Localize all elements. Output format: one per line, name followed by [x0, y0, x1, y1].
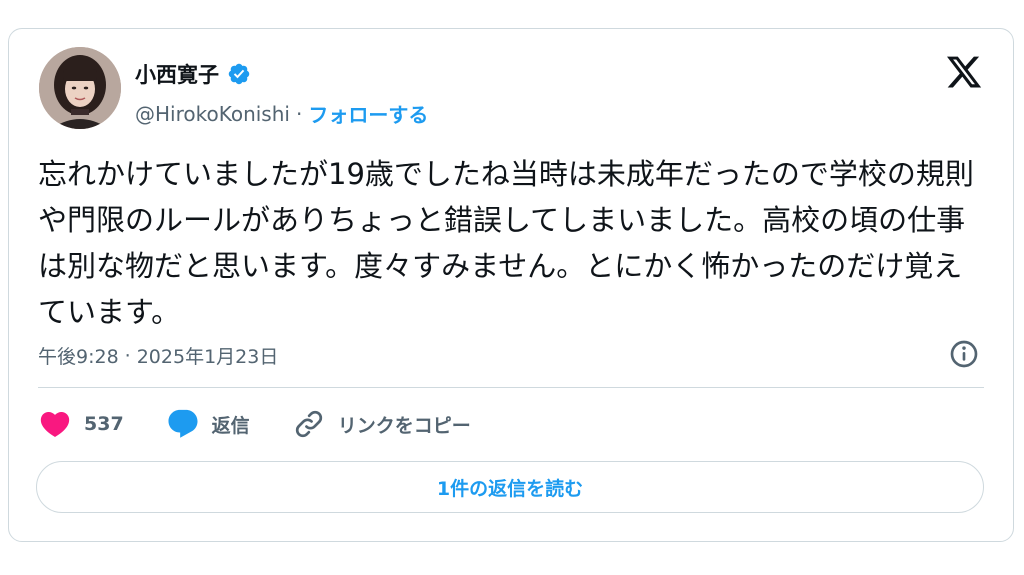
tweet-card: 小西寛子 @HirokoKonishi · フォローする 忘れかけていましたが1…	[8, 28, 1014, 542]
author-display-name[interactable]: 小西寛子	[135, 59, 219, 89]
like-button[interactable]: 537	[38, 407, 124, 441]
read-replies-button[interactable]: 1件の返信を読む	[36, 461, 984, 513]
avatar[interactable]	[39, 47, 121, 129]
author-handle[interactable]: @HirokoKonishi	[135, 102, 290, 126]
copy-link-button[interactable]: リンクをコピー	[292, 407, 471, 441]
tweet-timestamp-row: 午後9:28 · 2025年1月23日	[38, 342, 278, 369]
x-logo-icon[interactable]	[945, 53, 983, 91]
heart-icon	[40, 411, 70, 437]
timestamp-separator: ·	[124, 344, 131, 367]
tweet-date[interactable]: 2025年1月23日	[137, 342, 279, 369]
info-icon[interactable]	[948, 338, 980, 370]
reply-button[interactable]: 返信	[166, 407, 250, 441]
copy-link-label: リンクをコピー	[337, 414, 471, 437]
tweet-actions: 537 返信 リンクをコピー	[38, 407, 471, 441]
follow-button[interactable]: フォローする	[308, 99, 428, 128]
avatar-image	[39, 47, 121, 129]
reply-label: 返信	[211, 414, 250, 437]
handle-separator: ·	[295, 101, 303, 126]
speech-bubble-icon	[168, 409, 198, 438]
tweet-text: 忘れかけていましたが19歳でしたね当時は未成年だったので学校の規則や門限のルール…	[38, 157, 974, 329]
like-count: 537	[84, 413, 124, 435]
author-name-row: 小西寛子	[135, 59, 251, 89]
author-handle-row: @HirokoKonishi · フォローする	[135, 99, 428, 128]
tweet-time[interactable]: 午後9:28	[38, 342, 119, 369]
divider	[38, 387, 984, 388]
link-icon	[295, 410, 322, 438]
verified-badge-icon	[228, 63, 250, 85]
